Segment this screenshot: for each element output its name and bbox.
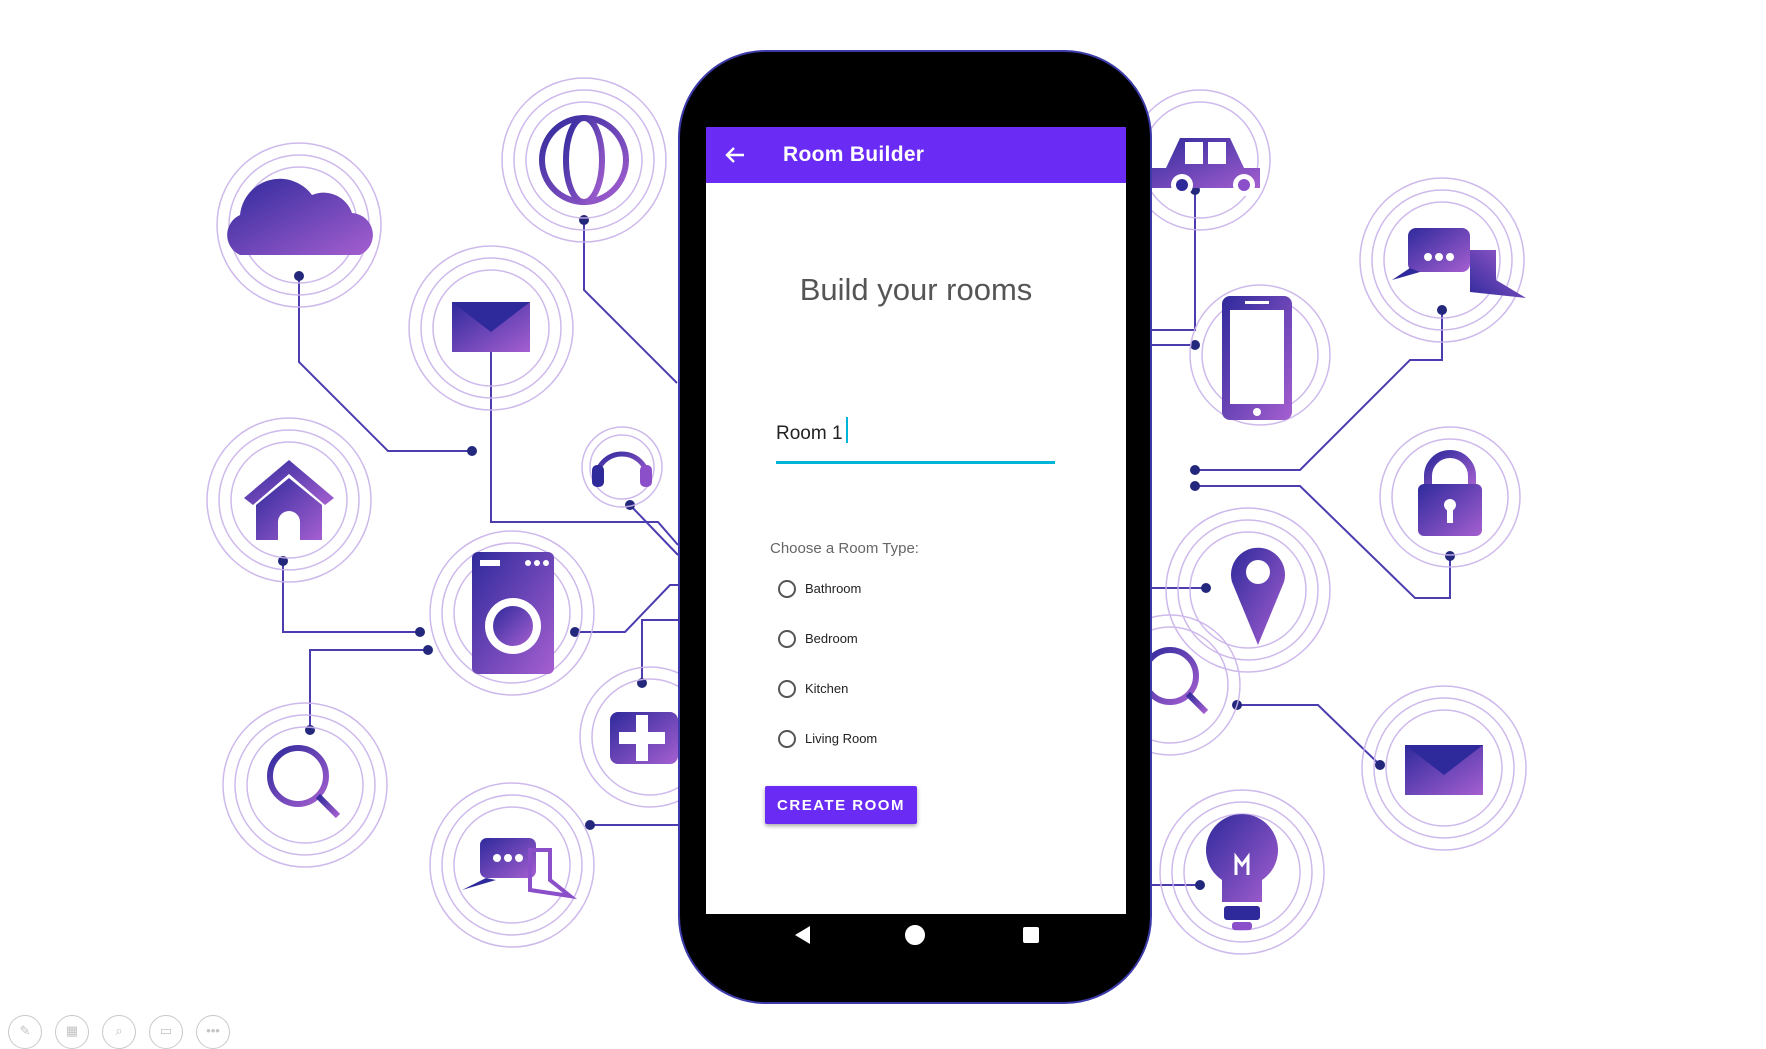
home-icon — [244, 460, 334, 540]
car-icon — [1150, 138, 1260, 196]
arrow-back-icon[interactable] — [724, 144, 746, 166]
create-room-button[interactable]: CREATE ROOM — [765, 786, 917, 824]
zoom-icon[interactable]: ⌕ — [102, 1015, 136, 1049]
back-triangle-icon[interactable] — [795, 926, 810, 944]
room-type-label: Choose a Room Type: — [770, 540, 919, 557]
radio-label: Living Room — [805, 731, 878, 746]
app-title: Room Builder — [783, 143, 925, 166]
chat-bubbles-icon — [1392, 228, 1526, 298]
cloud-icon — [227, 178, 373, 255]
radio-circle-icon[interactable] — [778, 580, 796, 598]
medical-kit-icon — [610, 712, 678, 764]
map-pin-icon — [1231, 547, 1285, 645]
envelope-icon-right — [1405, 745, 1483, 795]
washing-machine-icon — [472, 552, 554, 674]
more-icon[interactable]: ••• — [196, 1015, 230, 1049]
app-bar: Room Builder — [706, 127, 1126, 183]
app-screen: Room Builder Build your rooms Choose a R… — [706, 127, 1126, 914]
grid-icon[interactable]: ▦ — [55, 1015, 89, 1049]
chat-icon — [462, 838, 578, 900]
radio-label: Bathroom — [805, 581, 862, 596]
magnifier-icon — [1141, 647, 1209, 715]
radio-label: Kitchen — [805, 681, 849, 696]
pencil-icon[interactable]: ✎ — [8, 1015, 42, 1049]
search-icon — [267, 745, 341, 819]
phone-device: Room Builder Build your rooms Choose a R… — [678, 50, 1152, 1004]
lightbulb-icon — [1205, 814, 1278, 930]
smartphone-icon — [1222, 296, 1292, 420]
envelope-icon — [452, 302, 530, 352]
room-name-input[interactable] — [776, 414, 1054, 454]
home-circle-icon[interactable] — [905, 925, 925, 945]
radio-label: Bedroom — [805, 631, 858, 646]
globe-icon — [539, 115, 629, 205]
radio-circle-icon[interactable] — [778, 680, 796, 698]
recents-square-icon[interactable] — [1023, 927, 1039, 943]
input-underline — [776, 461, 1055, 464]
page-headline: Build your rooms — [799, 272, 1033, 307]
headphones-icon — [592, 451, 652, 487]
padlock-icon — [1418, 450, 1482, 536]
text-cursor — [846, 417, 848, 443]
radio-circle-icon[interactable] — [778, 730, 796, 748]
slide-icon[interactable]: ▭ — [149, 1015, 183, 1049]
radio-circle-icon[interactable] — [778, 630, 796, 648]
